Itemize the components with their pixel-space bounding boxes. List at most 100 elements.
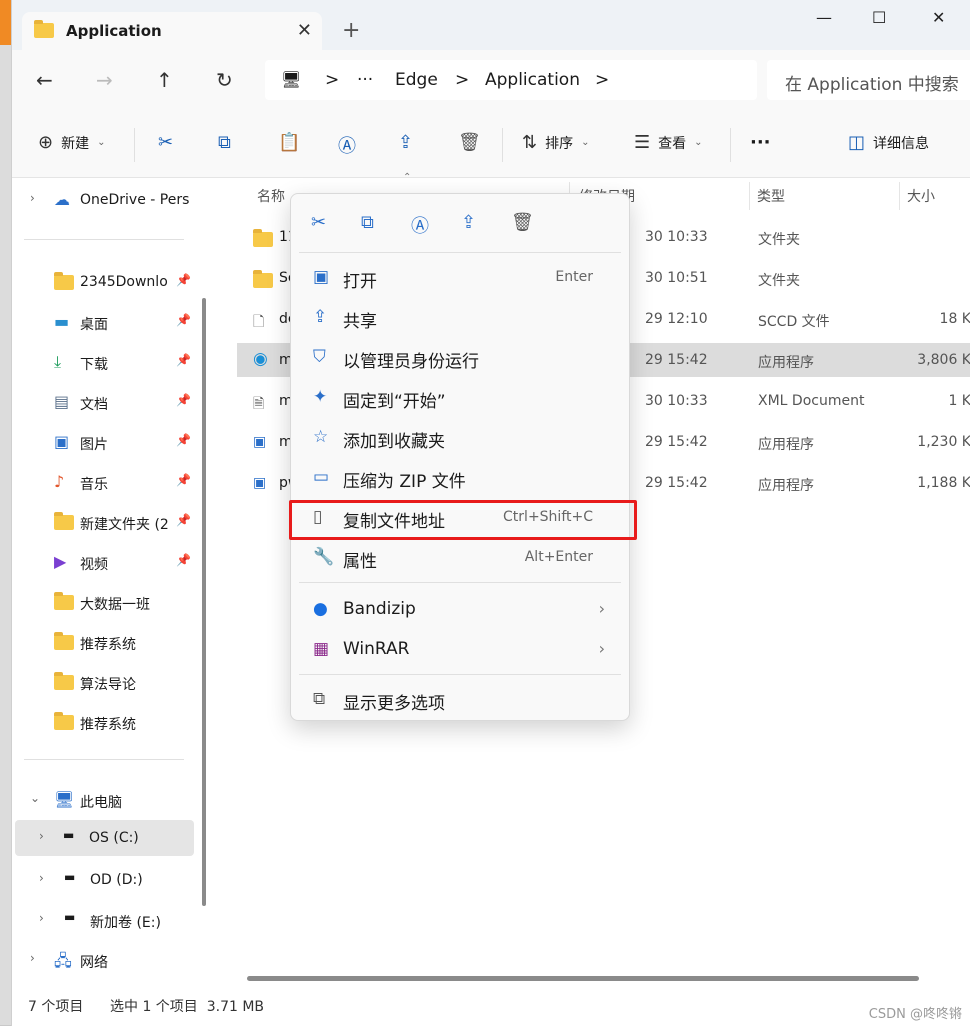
sidebar-item-drive-c[interactable]: › ▬ OS (C:)	[15, 820, 194, 856]
breadcrumb-application[interactable]: Application	[485, 70, 580, 90]
folder-icon	[34, 20, 54, 38]
chevron-right-icon[interactable]: ›	[30, 191, 35, 205]
sidebar-item-quick-access[interactable]: ⤓ 下载 📌	[12, 344, 202, 380]
forward-button[interactable]: →	[96, 68, 113, 92]
column-divider[interactable]	[899, 182, 900, 210]
sidebar-item-quick-access[interactable]: 推荐系统	[12, 624, 202, 660]
menu-item-compress-zip[interactable]: ▭ 压缩为 ZIP 文件	[297, 458, 623, 496]
menu-item-shortcut: Alt+Enter	[524, 549, 593, 565]
rename-icon[interactable]: Ⓐ	[411, 212, 429, 238]
cloud-icon: ☁	[54, 190, 70, 209]
pin-icon: 📌	[176, 353, 191, 367]
file-type: 文件夹	[758, 273, 800, 289]
chevron-right-icon[interactable]: ›	[39, 911, 44, 925]
sidebar-item-quick-access[interactable]: 新建文件夹 (2 📌	[12, 504, 202, 540]
video-icon: ▶	[54, 552, 67, 571]
sidebar-item-quick-access[interactable]: 推荐系统	[12, 704, 202, 740]
copy-button[interactable]: ⧉	[218, 132, 231, 153]
chevron-right-icon[interactable]: ›	[30, 951, 35, 965]
breadcrumb-separator[interactable]: >	[325, 70, 339, 90]
menu-item-share[interactable]: ⇪ 共享	[297, 298, 623, 336]
sidebar-item-label: OS (C:)	[89, 830, 139, 846]
column-header-type[interactable]: 类型	[757, 186, 785, 206]
menu-item-winrar[interactable]: ▦ WinRAR ›	[297, 630, 623, 668]
chevron-down-icon[interactable]: ⌄	[30, 791, 40, 805]
minimize-button[interactable]: —	[816, 8, 832, 27]
maximize-button[interactable]: ☐	[872, 8, 886, 27]
breadcrumb-edge[interactable]: Edge	[395, 70, 438, 90]
close-window-button[interactable]: ✕	[932, 8, 945, 27]
menu-item-bandizip[interactable]: ● Bandizip ›	[297, 590, 623, 628]
view-button[interactable]: ☰ 查看 ⌄	[634, 132, 703, 153]
close-tab-icon[interactable]: ✕	[297, 20, 312, 41]
application-icon: ▣	[253, 434, 267, 450]
tab-application[interactable]: Application ✕	[22, 12, 322, 50]
breadcrumb-separator[interactable]: >	[595, 70, 609, 90]
sidebar-item-label: 新加卷 (E:)	[90, 915, 161, 931]
star-icon: ☆	[313, 427, 329, 447]
chevron-right-icon[interactable]: ›	[39, 829, 44, 843]
sidebar-item-label: 下载	[80, 357, 108, 373]
sidebar-item-quick-access[interactable]: 2345Downlo 📌	[12, 264, 202, 300]
copy-icon[interactable]: ⧉	[361, 212, 374, 233]
trash-icon[interactable]: 🗑	[511, 212, 534, 233]
new-button[interactable]: ⊕ 新建 ⌄	[38, 132, 105, 153]
file-size: 1 K	[948, 393, 970, 409]
rename-button[interactable]: Ⓐ	[338, 132, 356, 158]
sidebar-item-quick-access[interactable]: 算法导论	[12, 664, 202, 700]
sidebar-item-quick-access[interactable]: ▤ 文档 📌	[12, 384, 202, 420]
breadcrumb-ellipsis[interactable]: ···	[357, 70, 373, 90]
sidebar-item-quick-access[interactable]: 大数据一班	[12, 584, 202, 620]
folder-icon	[54, 712, 74, 733]
up-button[interactable]: ↑	[156, 68, 173, 92]
chevron-right-icon: ›	[598, 599, 605, 618]
column-header-size[interactable]: 大小	[907, 186, 935, 206]
refresh-button[interactable]: ↻	[216, 68, 233, 92]
sidebar-item-quick-access[interactable]: ▬ 桌面 📌	[12, 304, 202, 340]
chevron-right-icon[interactable]: ›	[39, 871, 44, 885]
sidebar-item-label: 新建文件夹 (2	[80, 517, 169, 533]
sidebar-scrollbar[interactable]	[202, 298, 206, 906]
sidebar-item-label: 算法导论	[80, 677, 136, 693]
menu-item-open[interactable]: ▣ 打开 Enter	[297, 258, 623, 296]
breadcrumb-separator[interactable]: >	[455, 70, 469, 90]
new-tab-button[interactable]: +	[342, 18, 360, 43]
edge-icon: ◉	[253, 349, 268, 369]
cut-button[interactable]: ✂	[158, 132, 173, 153]
plus-circle-icon: ⊕	[38, 132, 54, 153]
sidebar-item-quick-access[interactable]: ▣ 图片 📌	[12, 424, 202, 460]
sort-button[interactable]: ⇅ 排序 ⌄	[522, 132, 589, 153]
menu-item-pin-to-start[interactable]: ✦ 固定到“开始”	[297, 378, 623, 416]
view-label: 查看	[658, 135, 687, 152]
tab-title: Application	[66, 22, 162, 40]
delete-button[interactable]: 🗑	[458, 132, 481, 153]
menu-item-add-favorites[interactable]: ☆ 添加到收藏夹	[297, 418, 623, 456]
file-type: 文件夹	[758, 232, 800, 248]
address-bar[interactable]: 🖥 > ··· Edge > Application >	[265, 60, 757, 100]
sidebar-item-quick-access[interactable]: ▶ 视频 📌	[12, 544, 202, 580]
back-button[interactable]: ←	[36, 68, 53, 92]
menu-item-properties[interactable]: 🔧 属性 Alt+Enter	[297, 538, 623, 576]
menu-item-run-as-admin[interactable]: ⛉ 以管理员身份运行	[297, 338, 623, 376]
column-divider[interactable]	[749, 182, 750, 210]
search-input[interactable]: 在 Application 中搜索	[767, 60, 970, 100]
horizontal-scrollbar[interactable]	[247, 976, 919, 981]
details-button[interactable]: ◫ 详细信息	[848, 132, 929, 153]
column-header-name[interactable]: 名称	[257, 186, 285, 206]
sidebar-item-quick-access[interactable]: ♪ 音乐 📌	[12, 464, 202, 500]
sidebar-item-drive-e[interactable]: › ▬ 新加卷 (E:)	[12, 902, 202, 938]
menu-item-more-options[interactable]: ⧉ 显示更多选项	[297, 680, 623, 718]
sidebar-item-onedrive[interactable]: › ☁ OneDrive - Pers	[12, 182, 202, 218]
cut-icon[interactable]: ✂	[311, 212, 326, 233]
more-button[interactable]: ···	[750, 132, 771, 153]
pin-icon: 📌	[176, 313, 191, 327]
sidebar-item-drive-d[interactable]: › ▬ OD (D:)	[12, 862, 202, 898]
desktop-icon: ▬	[54, 312, 70, 331]
share-button[interactable]: ⇪	[398, 132, 413, 153]
sidebar-item-network[interactable]: › 🖧 网络	[12, 942, 202, 978]
folder-icon	[54, 632, 74, 653]
folder-icon	[54, 272, 74, 293]
sidebar-item-this-pc[interactable]: ⌄ 🖥 此电脑	[12, 782, 202, 818]
share-icon[interactable]: ⇪	[461, 212, 476, 233]
paste-button[interactable]: 📋	[278, 132, 300, 153]
